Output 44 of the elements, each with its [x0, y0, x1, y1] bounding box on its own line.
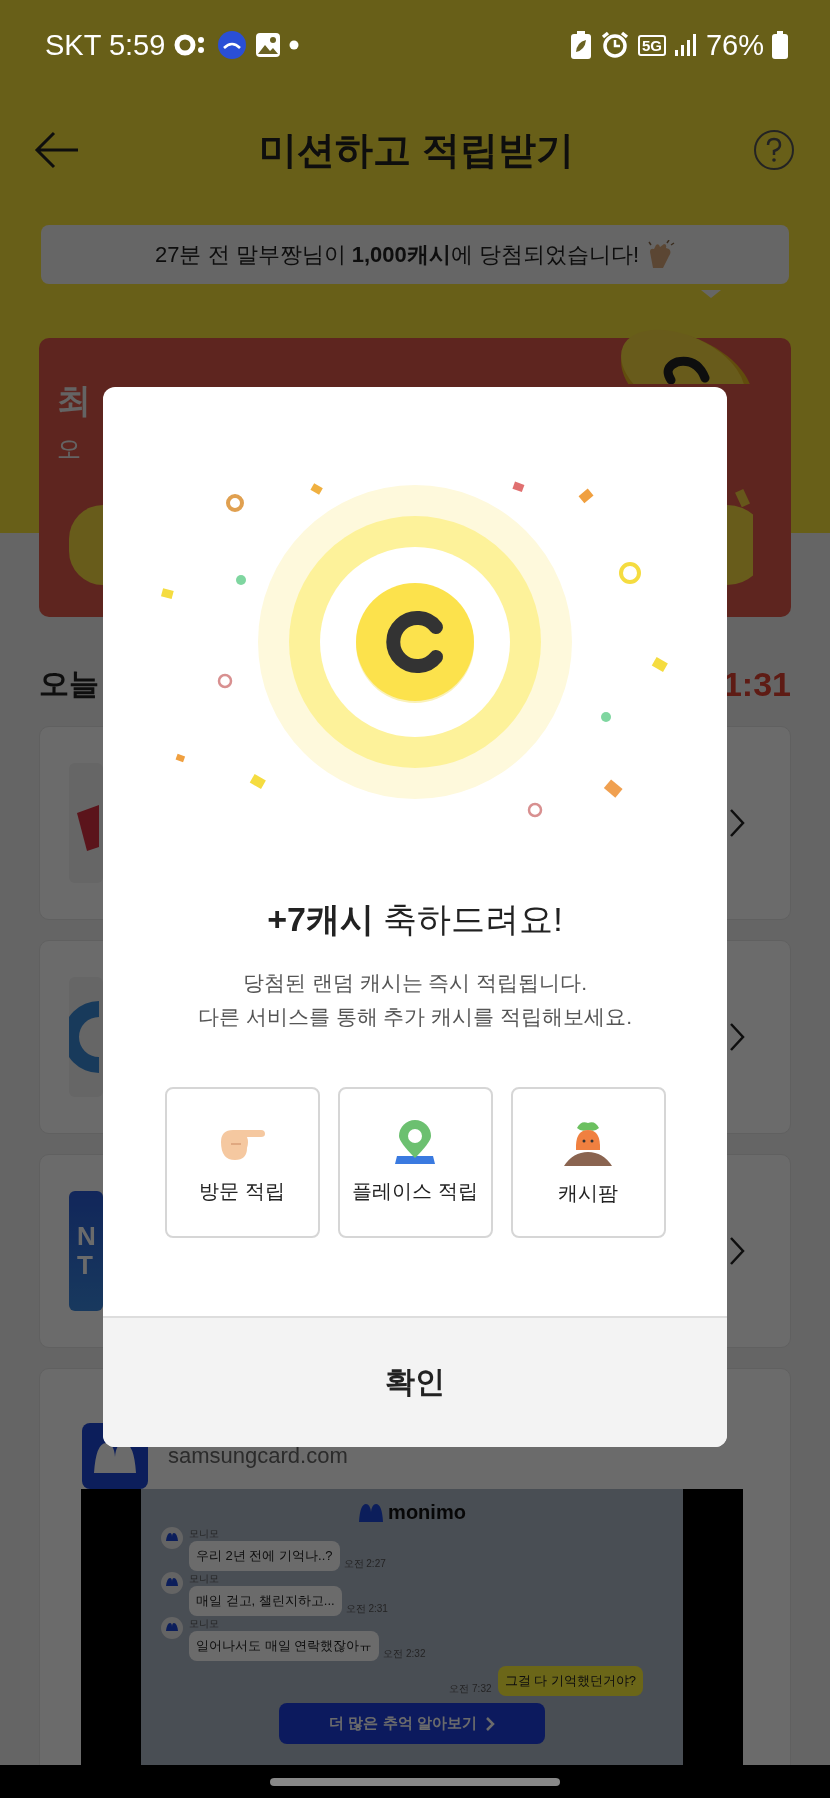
chevron-right-icon: [484, 1715, 495, 1732]
chevron-right-icon: [729, 808, 745, 838]
confetti-icon: [735, 488, 751, 508]
service-option[interactable]: 플레이스 적립: [337, 1087, 493, 1239]
avatar-icon: [161, 1527, 183, 1549]
countdown-timer: 1:31: [722, 664, 791, 704]
home-handle[interactable]: [270, 1777, 560, 1786]
winner-notice: 27분 전 말부짱님이 1,000캐시에 당첨되었습니다!: [154, 240, 640, 269]
dialog-title: +7캐시 축하드려요!: [267, 899, 563, 940]
clapping-hands-icon: [647, 239, 676, 270]
page-title: 미션하고 적립받기: [259, 127, 574, 173]
logo-letter: T: [77, 1251, 94, 1280]
avatar-icon: [161, 1617, 183, 1639]
dot-icon: [289, 40, 300, 50]
image-icon: [255, 32, 282, 58]
chat-bubble: 매일 걷고, 챌린지하고...: [189, 1586, 342, 1616]
confirm-button[interactable]: 확인: [103, 1316, 727, 1447]
banner-title: 최: [57, 380, 91, 421]
logo-letter: N: [77, 1222, 97, 1251]
chat-bubble: 그걸 다 기억했던거야?: [497, 1666, 643, 1696]
section-title: 오늘: [39, 665, 99, 702]
signal-icon: [673, 33, 698, 57]
map-pin-icon: [393, 1120, 437, 1167]
dialog-message: 당첨된 랜덤 캐시는 즉시 적립됩니다. 다른 서비스를 통해 추가 캐시를 적립해보세요.: [198, 970, 632, 1031]
chat-bubble: 일어나서도 매일 연락했잖아ㅠ: [189, 1631, 380, 1661]
chevron-right-icon: [729, 1236, 745, 1266]
network-type: 5G: [637, 34, 666, 56]
battery-percent: 76%: [705, 28, 764, 62]
battery-icon: [772, 31, 788, 59]
brand-logo-icon: [358, 1502, 385, 1523]
avatar-icon: [161, 1572, 183, 1594]
alarm-icon: [599, 30, 630, 60]
coin-icon: [727, 505, 753, 585]
chat-bubble: 우리 2년 전에 기억나..?: [189, 1541, 340, 1571]
brand-name: monimo: [388, 1501, 466, 1524]
banner-subtitle: 오: [57, 434, 81, 464]
app-icon: [217, 30, 248, 60]
battery-saver-icon: [569, 31, 592, 59]
back-arrow-icon[interactable]: [34, 130, 80, 170]
help-icon[interactable]: [753, 129, 795, 171]
status-time: SKT 5:59: [45, 28, 166, 62]
service-option[interactable]: 캐시팜: [510, 1087, 666, 1239]
chevron-right-icon: [729, 1022, 745, 1052]
service-option[interactable]: 방문 적립: [164, 1087, 320, 1239]
